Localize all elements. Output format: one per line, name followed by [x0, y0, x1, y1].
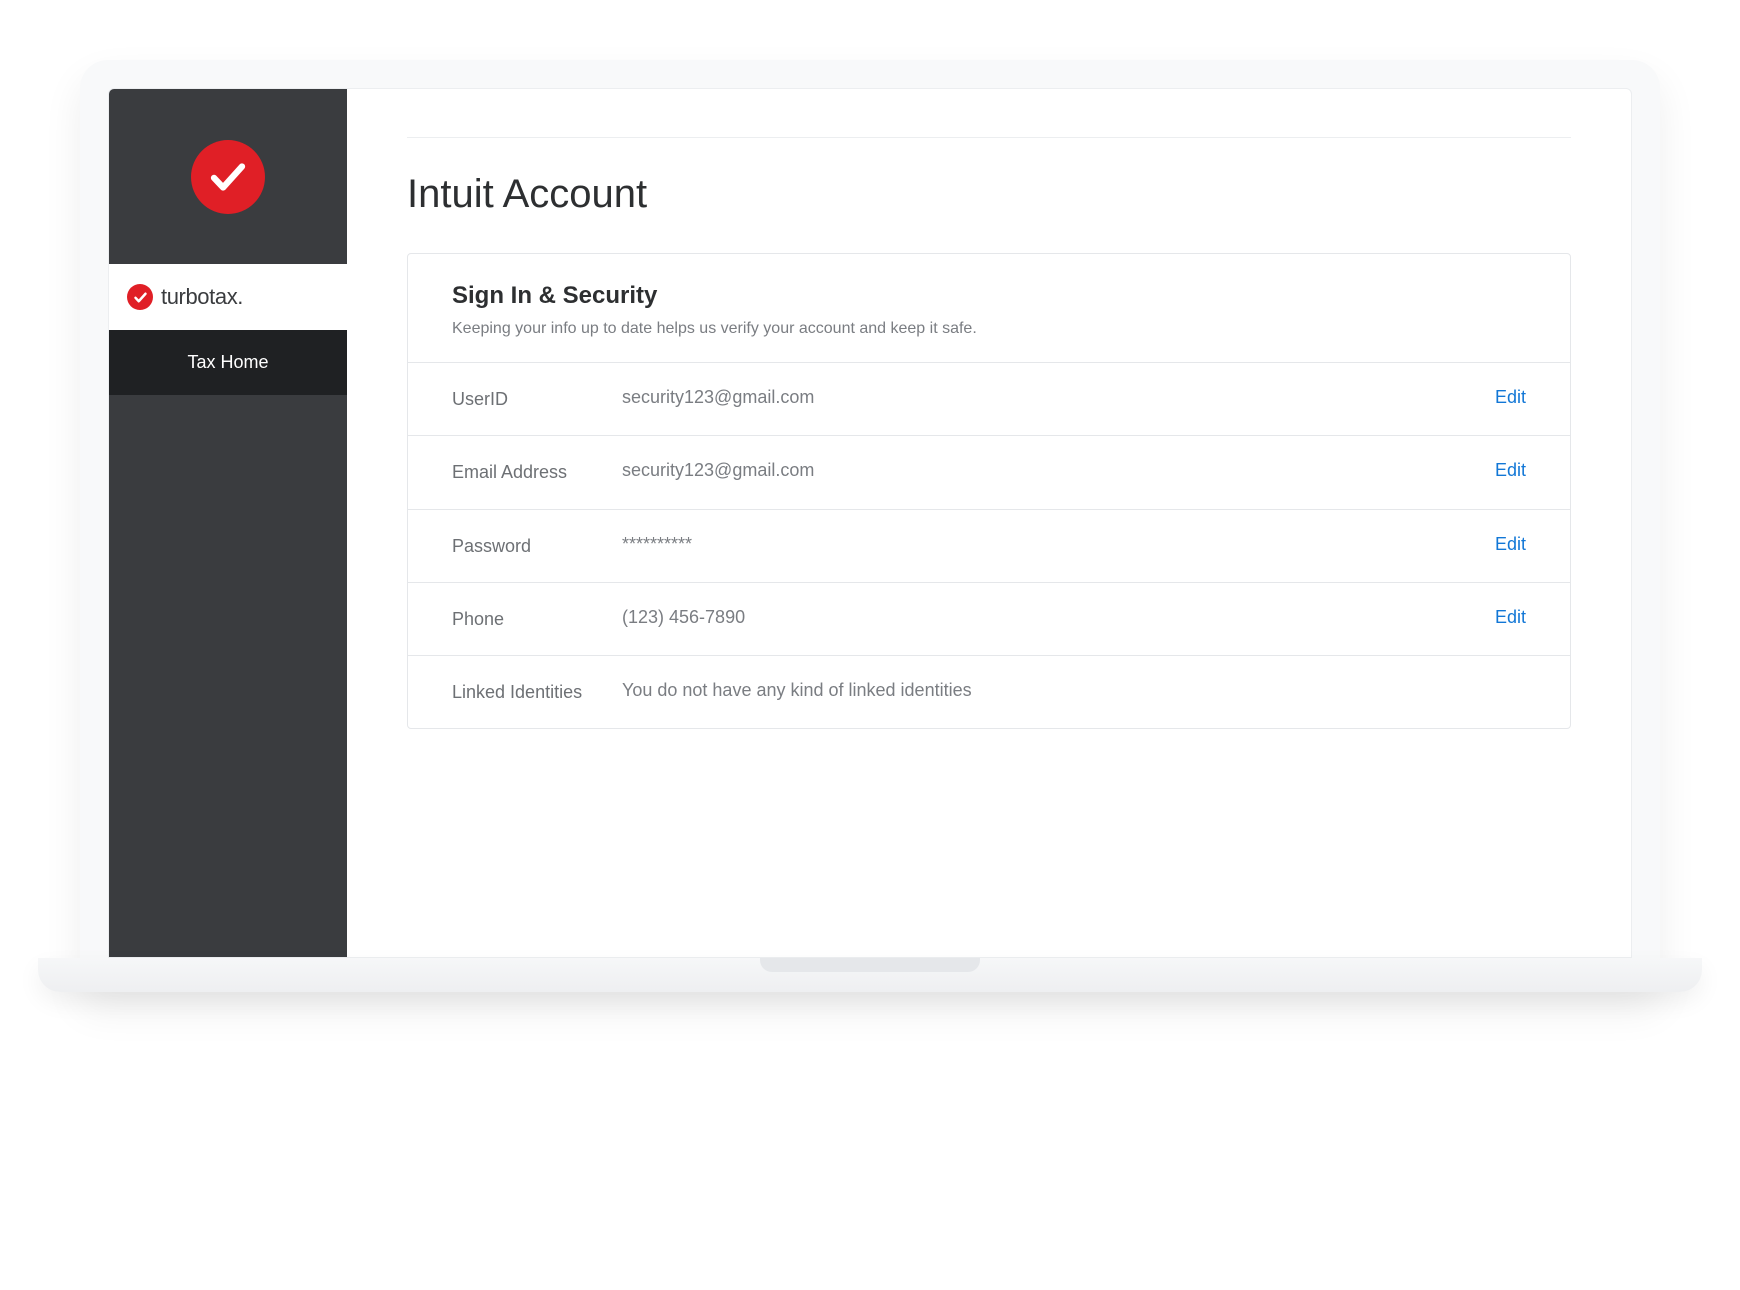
page-title: Intuit Account: [407, 172, 1571, 217]
row-label: UserID: [452, 387, 622, 411]
check-icon: [133, 290, 148, 305]
laptop-notch: [760, 958, 980, 972]
row-label: Phone: [452, 607, 622, 631]
brand-row[interactable]: turbotax.: [109, 264, 347, 330]
row-value: **********: [622, 534, 1495, 555]
brand-name: turbotax.: [161, 284, 243, 310]
security-card: Sign In & Security Keeping your info up …: [407, 253, 1571, 729]
laptop-frame: turbotax. Tax Home Intuit Account Sign I…: [80, 60, 1660, 992]
turbotax-check-logo: [191, 140, 265, 214]
row-value: security123@gmail.com: [622, 387, 1495, 408]
row-password: Password ********** Edit: [408, 510, 1570, 583]
security-card-header: Sign In & Security Keeping your info up …: [408, 254, 1570, 363]
row-value: You do not have any kind of linked ident…: [622, 680, 1526, 701]
check-icon: [207, 156, 249, 198]
edit-phone-link[interactable]: Edit: [1495, 607, 1526, 628]
row-email: Email Address security123@gmail.com Edit: [408, 436, 1570, 509]
security-card-title: Sign In & Security: [452, 282, 1526, 310]
row-phone: Phone (123) 456-7890 Edit: [408, 583, 1570, 656]
app-screen: turbotax. Tax Home Intuit Account Sign I…: [108, 88, 1632, 958]
laptop-base: [38, 958, 1702, 992]
security-card-subtitle: Keeping your info up to date helps us ve…: [452, 320, 1526, 338]
row-userid: UserID security123@gmail.com Edit: [408, 363, 1570, 436]
row-value: security123@gmail.com: [622, 460, 1495, 481]
edit-email-link[interactable]: Edit: [1495, 460, 1526, 481]
row-linked-identities: Linked Identities You do not have any ki…: [408, 656, 1570, 728]
row-label: Password: [452, 534, 622, 558]
edit-userid-link[interactable]: Edit: [1495, 387, 1526, 408]
row-label: Email Address: [452, 460, 622, 484]
sidebar: turbotax. Tax Home: [109, 89, 347, 957]
row-value: (123) 456-7890: [622, 607, 1495, 628]
main-content: Intuit Account Sign In & Security Keepin…: [347, 89, 1631, 957]
logo-block: [109, 89, 347, 264]
sidebar-item-tax-home[interactable]: Tax Home: [109, 330, 347, 395]
sidebar-item-label: Tax Home: [187, 352, 268, 372]
turbotax-check-logo-small: [127, 284, 153, 310]
edit-password-link[interactable]: Edit: [1495, 534, 1526, 555]
divider: [407, 137, 1571, 138]
row-label: Linked Identities: [452, 680, 622, 704]
